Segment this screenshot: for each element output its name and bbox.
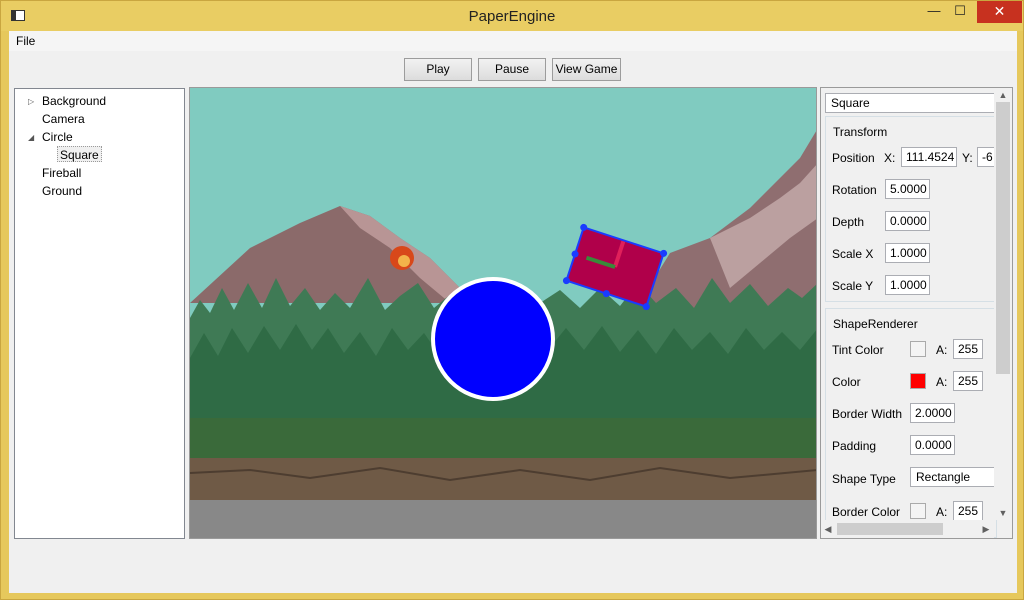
properties-panel[interactable]: Square Transform Position X: 111.4524 Y:…: [820, 87, 1013, 539]
scroll-right-arrow-icon[interactable]: ▶: [979, 522, 993, 536]
scene-hierarchy[interactable]: ▷ Background Camera ◢ Circle Square Fire…: [14, 88, 185, 539]
properties-vertical-scrollbar[interactable]: ▲ ▼: [994, 88, 1012, 520]
tint-alpha-label: A:: [936, 343, 948, 357]
shape-renderer-title: ShapeRenderer: [833, 317, 918, 331]
menu-bar: File: [9, 31, 1017, 51]
border-width-input[interactable]: 2.0000: [910, 403, 955, 423]
game-viewport[interactable]: [189, 87, 817, 539]
scroll-down-arrow-icon[interactable]: ▼: [994, 506, 1012, 520]
minimize-button[interactable]: —: [921, 1, 947, 23]
color-alpha-input[interactable]: 255: [953, 371, 983, 391]
tree-item-camera[interactable]: Camera: [42, 111, 85, 127]
title-bar[interactable]: PaperEngine — ☐ ✕: [1, 1, 1023, 31]
scale-x-input[interactable]: 1.0000: [885, 243, 930, 263]
border-width-label: Border Width: [832, 407, 903, 421]
tint-color-label: Tint Color: [832, 343, 884, 357]
color-swatch[interactable]: [910, 373, 926, 389]
properties-horizontal-scrollbar[interactable]: ◀ ▶: [821, 520, 994, 538]
client-area: File Play Pause View Game ▷ Background C…: [9, 31, 1017, 593]
maximize-button[interactable]: ☐: [947, 1, 973, 23]
transform-group: Transform Position X: 111.4524 Y: -6 Rot…: [825, 116, 1001, 302]
window-title: PaperEngine: [468, 8, 556, 25]
view-game-button[interactable]: View Game: [552, 58, 621, 81]
padding-input[interactable]: 0.0000: [910, 435, 955, 455]
tree-item-fireball[interactable]: Fireball: [42, 165, 81, 181]
vertical-scroll-thumb[interactable]: [996, 102, 1010, 374]
close-button[interactable]: ✕: [977, 1, 1022, 23]
scale-y-label: Scale Y: [832, 279, 874, 293]
pause-button[interactable]: Pause: [478, 58, 546, 81]
depth-input[interactable]: 0.0000: [885, 211, 930, 231]
ground: [190, 500, 816, 538]
border-color-swatch[interactable]: [910, 503, 926, 519]
circle-object[interactable]: [431, 277, 555, 401]
transform-title: Transform: [833, 125, 888, 139]
scroll-left-arrow-icon[interactable]: ◀: [821, 522, 835, 536]
position-x-input[interactable]: 111.4524: [901, 147, 957, 167]
horizontal-scroll-thumb[interactable]: [837, 523, 943, 535]
app-window: PaperEngine — ☐ ✕ File Play Pause View G…: [0, 0, 1024, 600]
tint-color-swatch[interactable]: [910, 341, 926, 357]
object-name-field[interactable]: Square: [825, 93, 995, 113]
depth-label: Depth: [832, 215, 865, 229]
tint-alpha-input[interactable]: 255: [953, 339, 983, 359]
dirt-layer: [190, 458, 816, 500]
play-button[interactable]: Play: [404, 58, 472, 81]
scale-x-label: Scale X: [832, 247, 874, 261]
expand-arrow-icon[interactable]: ▷: [28, 97, 34, 106]
fireball-sprite[interactable]: [390, 246, 414, 270]
color-label: Color: [832, 375, 861, 389]
grass-strip: [190, 418, 816, 460]
x-label: X:: [884, 151, 896, 165]
tree-item-background[interactable]: Background: [42, 93, 106, 109]
padding-label: Padding: [832, 439, 877, 453]
shape-renderer-group: ShapeRenderer Tint Color A: 255 Color A:…: [825, 308, 998, 538]
tree-item-circle[interactable]: Circle: [42, 129, 73, 145]
y-label: Y:: [962, 151, 973, 165]
shape-type-value: Rectangle: [916, 470, 971, 484]
color-alpha-label: A:: [936, 375, 948, 389]
position-label: Position: [832, 151, 875, 165]
border-alpha-input[interactable]: 255: [953, 501, 983, 521]
tree-item-square[interactable]: Square: [57, 146, 102, 162]
shape-type-select[interactable]: Rectangle: [910, 467, 998, 487]
scene-canvas[interactable]: [190, 88, 817, 539]
scale-y-input[interactable]: 1.0000: [885, 275, 930, 295]
border-alpha-label: A:: [936, 505, 948, 519]
border-color-label: Border Color: [832, 505, 901, 519]
shape-type-label: Shape Type: [832, 472, 896, 486]
rotation-input[interactable]: 5.0000: [885, 179, 930, 199]
menu-file[interactable]: File: [16, 34, 35, 48]
collapse-arrow-icon[interactable]: ◢: [28, 133, 34, 142]
scroll-up-arrow-icon[interactable]: ▲: [994, 88, 1012, 102]
tree-item-ground[interactable]: Ground: [42, 183, 82, 199]
rotation-label: Rotation: [832, 183, 877, 197]
